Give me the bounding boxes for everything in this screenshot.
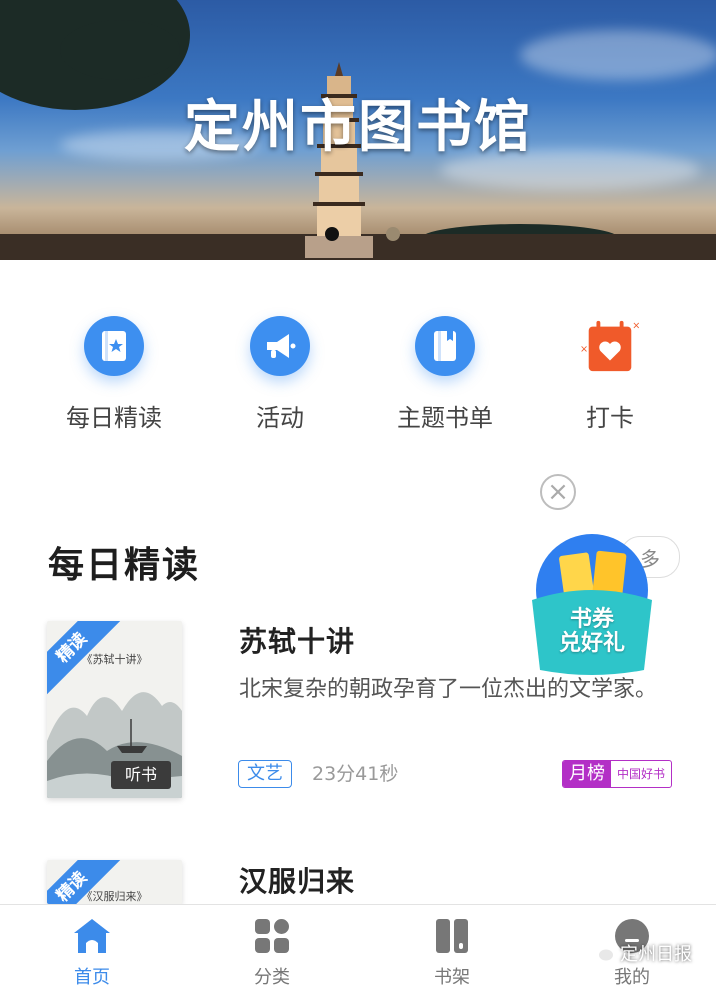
tab-label: 分类 [254,967,290,988]
svg-text:×: × [580,344,588,355]
book-title[interactable]: 苏轼十讲 [239,620,355,660]
book-cover[interactable]: 精读 《汉服归来》 [47,860,182,904]
tab-home[interactable]: 首页 [42,915,142,989]
quick-item-label: 主题书单 [397,404,493,432]
promo-line-1: 书券 [569,607,614,632]
tree-silhouette [60,20,180,80]
quick-menu: 每日精读 活动 主题书单 × × 打卡 [0,316,716,446]
carousel-dot-active[interactable] [325,227,339,241]
promo-line-2: 兑好礼 [558,631,625,656]
carousel-dot[interactable] [386,227,400,241]
wechat-icon [591,944,613,961]
rank-source: 中国好书 [617,767,666,781]
book-tag[interactable]: 文艺 [238,760,292,788]
quick-item-label: 每日精读 [66,404,162,432]
listen-button[interactable]: 听书 [111,761,171,789]
cloud [520,30,716,80]
quick-item-theme-booklist[interactable]: 主题书单 [365,316,525,433]
book-cover[interactable]: 精读 《苏轼十讲》 听书 [47,621,182,798]
close-icon[interactable]: × [540,474,576,510]
tab-category[interactable]: 分类 [222,915,322,989]
banner-title: 定州市图书馆 [184,94,532,160]
book-duration: 23分41秒 [312,763,399,785]
quick-item-daily-reading[interactable]: 每日精读 [34,316,194,433]
section-title: 每日精读 [48,545,201,586]
watermark: 定州日报 [590,940,692,966]
banner-carousel[interactable]: 定州市图书馆 [0,0,716,260]
svg-text:×: × [632,321,640,332]
bookshelf-icon [431,915,473,957]
tab-label: 首页 [74,967,110,988]
bookmark-book-icon [84,316,144,376]
quick-item-label: 打卡 [586,404,634,432]
home-icon [71,915,113,957]
quick-item-label: 活动 [256,404,304,432]
voucher-promo-badge[interactable]: 书券 兑好礼 [522,530,662,680]
megaphone-icon [250,316,310,376]
quick-item-check-in[interactable]: × × 打卡 [530,316,690,433]
book-icon [415,316,475,376]
ticket-icon [532,534,652,675]
watermark-text: 定州日报 [620,944,692,965]
cover-title: 《汉服归来》 [81,890,148,903]
rank-label: 月榜 [563,761,611,787]
book-description: 北宋复杂的朝政孕育了一位杰出的文学家。 [239,677,658,702]
calendar-heart-icon: × × [580,316,640,376]
tab-label: 书架 [434,967,470,988]
book-title[interactable]: 汉服归来 [239,860,355,900]
rank-badge[interactable]: 月榜 中国好书 [562,760,673,788]
grid-icon [251,915,293,957]
tab-bookshelf[interactable]: 书架 [402,915,502,989]
cover-title: 《苏轼十讲》 [81,653,148,666]
tab-label: 我的 [614,967,650,988]
quick-item-activity[interactable]: 活动 [200,316,360,433]
